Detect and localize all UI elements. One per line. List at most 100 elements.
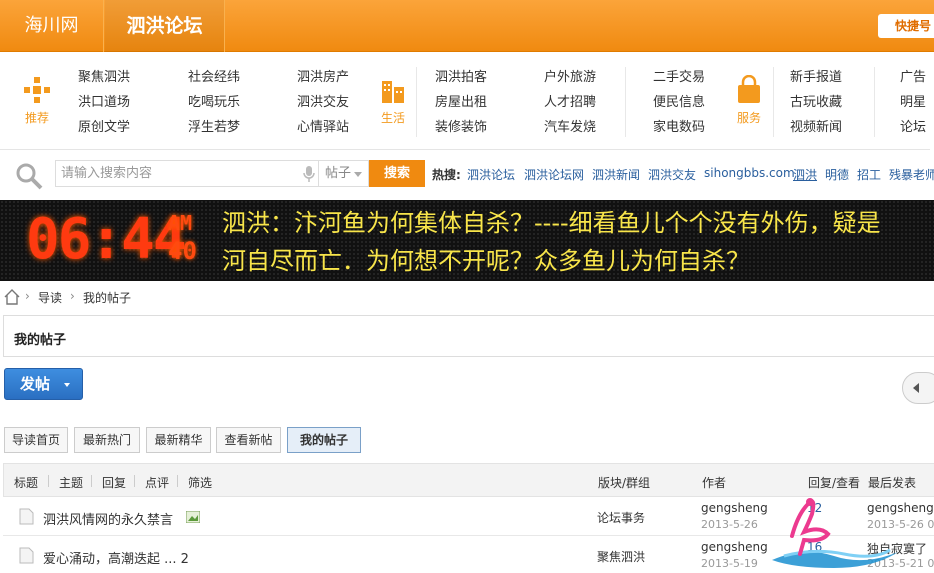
service-category[interactable]: 服务 (729, 75, 769, 126)
nav-link[interactable]: 浮生若梦 (188, 115, 240, 140)
filter-reply[interactable]: 回复 (102, 474, 126, 491)
shopping-bag-icon (738, 75, 760, 103)
nav-link[interactable]: 泗洪拍客 (435, 65, 487, 90)
tab-guide-home[interactable]: 导读首页 (4, 427, 68, 453)
new-post-button[interactable]: 发帖 (4, 368, 83, 400)
filter-button[interactable]: 筛选 (188, 474, 212, 491)
recommend-icon (24, 77, 50, 103)
led-headline-line-2: 河自尽而亡．为何想不开呢？众多鱼儿为何自杀？ (222, 247, 750, 275)
nav-edge (930, 53, 934, 150)
document-icon (19, 547, 34, 564)
breadcrumb-my-posts[interactable]: 我的帖子 (83, 289, 131, 306)
nav-link[interactable]: 家电数码 (653, 115, 705, 140)
recommend-col-3: 泗洪房产 泗洪交友 心情驿站 (297, 65, 349, 140)
nav-link[interactable]: 泗洪交友 (297, 90, 349, 115)
divider (625, 67, 626, 137)
hot-search-link[interactable]: 明德 (825, 166, 849, 183)
tab-my-posts[interactable]: 我的帖子 (287, 427, 361, 453)
thread-title-link[interactable]: 泗洪风情网的永久禁言 (43, 509, 173, 528)
hot-search-label: 热搜: (432, 168, 461, 182)
nav-link[interactable]: 汽车发烧 (544, 115, 596, 140)
thread-author-link[interactable]: gengsheng (701, 501, 768, 515)
thread-forum-link[interactable]: 论坛事务 (597, 509, 645, 526)
search-icon (16, 163, 43, 190)
page-title: 我的帖子 (14, 333, 67, 348)
nav-link[interactable]: 社会经纬 (188, 65, 240, 90)
nav-link[interactable]: 便民信息 (653, 90, 705, 115)
chevron-down-icon (64, 383, 70, 387)
filter-topic[interactable]: 主题 (59, 474, 83, 491)
header-stats: 回复/查看 (808, 476, 861, 490)
thread-author-link[interactable]: gengsheng (701, 540, 768, 554)
document-icon (19, 508, 34, 525)
top-bar: 海川网 泗洪论坛 快捷号 (0, 0, 934, 52)
image-attachment-icon (186, 511, 200, 523)
led-seconds: 40 (168, 237, 197, 265)
nav-link[interactable]: 洪口道场 (78, 90, 130, 115)
nav-link[interactable]: 二手交易 (653, 65, 705, 90)
tab-latest-hot[interactable]: 最新热门 (74, 427, 140, 453)
search-input[interactable]: 请输入搜索内容 (55, 160, 319, 187)
filter-comment[interactable]: 点评 (145, 474, 169, 491)
hot-search-link[interactable]: 泗洪 (793, 166, 817, 183)
hot-search-link[interactable]: 泗洪论坛 (467, 166, 515, 183)
divider (773, 67, 774, 137)
collapse-sidebar-button[interactable] (902, 372, 934, 404)
nav-link[interactable]: 泗洪房产 (297, 65, 349, 90)
search-scope-select[interactable]: 帖子 (319, 160, 369, 187)
service-col-1: 新手报道 古玩收藏 视频新闻 (790, 65, 842, 140)
nav-link[interactable]: 新手报道 (790, 65, 842, 90)
thread-title-link[interactable]: 爱心涌动，高潮迭起 ... 2 (43, 548, 189, 567)
microphone-icon[interactable] (302, 166, 316, 182)
nav-link[interactable]: 聚焦泗洪 (78, 65, 130, 90)
life-label: 生活 (380, 111, 405, 125)
tab-new-posts[interactable]: 查看新帖 (216, 427, 281, 453)
building-icon (382, 81, 404, 103)
life-col-1: 泗洪拍客 房屋出租 装修装饰 (435, 65, 487, 140)
hot-search-link[interactable]: sihongbbs.com (704, 166, 795, 180)
breadcrumb-guide[interactable]: 导读 (38, 289, 62, 306)
nav-link[interactable]: 古玩收藏 (790, 90, 842, 115)
recommend-category[interactable]: 推荐 (17, 75, 57, 126)
thread-date: 2013-5-19 (701, 557, 758, 570)
nav-link[interactable]: 房屋出租 (435, 90, 487, 115)
divider (874, 67, 875, 137)
nav-link[interactable]: 吃喝玩乐 (188, 90, 240, 115)
tab-latest-digest[interactable]: 最新精华 (146, 427, 211, 453)
category-nav: 推荐 聚焦泗洪 洪口道场 原创文学 社会经纬 吃喝玩乐 浮生若梦 泗洪房产 泗洪… (0, 53, 934, 150)
recommend-col-2: 社会经纬 吃喝玩乐 浮生若梦 (188, 65, 240, 140)
nav-link[interactable]: 人才招聘 (544, 90, 596, 115)
nav-link[interactable]: 论坛 (900, 115, 926, 140)
forum-home-link[interactable]: 泗洪论坛 (105, 0, 225, 52)
search-button[interactable]: 搜索 (369, 160, 425, 187)
breadcrumb-separator: › (25, 289, 30, 303)
chevron-down-icon (354, 172, 362, 177)
nav-link[interactable]: 装修装饰 (435, 115, 487, 140)
divider (134, 475, 135, 487)
hot-search-link[interactable]: 泗洪新闻 (592, 166, 640, 183)
breadcrumb: › 导读 › 我的帖子 (0, 283, 934, 311)
nav-link[interactable]: 原创文学 (78, 115, 130, 140)
nav-link[interactable]: 心情驿站 (297, 115, 349, 140)
hot-search-link[interactable]: 泗洪论坛网 (524, 166, 584, 183)
led-clock: 06:44 (26, 207, 187, 272)
header-title: 标题 (14, 476, 39, 490)
thread-forum-link[interactable]: 聚焦泗洪 (597, 548, 645, 565)
life-col-2: 户外旅游 人才招聘 汽车发烧 (544, 65, 596, 140)
page-title-box: 我的帖子 (3, 315, 934, 357)
site-link[interactable]: 海川网 (0, 0, 104, 52)
chevron-left-icon (913, 383, 919, 393)
hot-search-link[interactable]: 招工 (857, 166, 881, 183)
nav-link[interactable]: 明星 (900, 90, 926, 115)
home-icon[interactable] (4, 289, 20, 305)
nav-link[interactable]: 户外旅游 (544, 65, 596, 90)
header-last-post: 最后发表 (868, 476, 917, 490)
hot-search-link[interactable]: 泗洪交友 (648, 166, 696, 183)
nav-link[interactable]: 视频新闻 (790, 115, 842, 140)
breadcrumb-separator: › (70, 289, 75, 303)
hot-search-link[interactable]: 残暴老师 (889, 166, 934, 183)
quick-access-button[interactable]: 快捷号 (878, 14, 934, 38)
life-category[interactable]: 生活 (373, 75, 413, 126)
led-news-banner[interactable]: 06:44 AM 40 泗洪：汴河鱼为何集体自杀？----细看鱼儿个个没有外伤，… (0, 200, 934, 281)
nav-link[interactable]: 广告 (900, 65, 926, 90)
